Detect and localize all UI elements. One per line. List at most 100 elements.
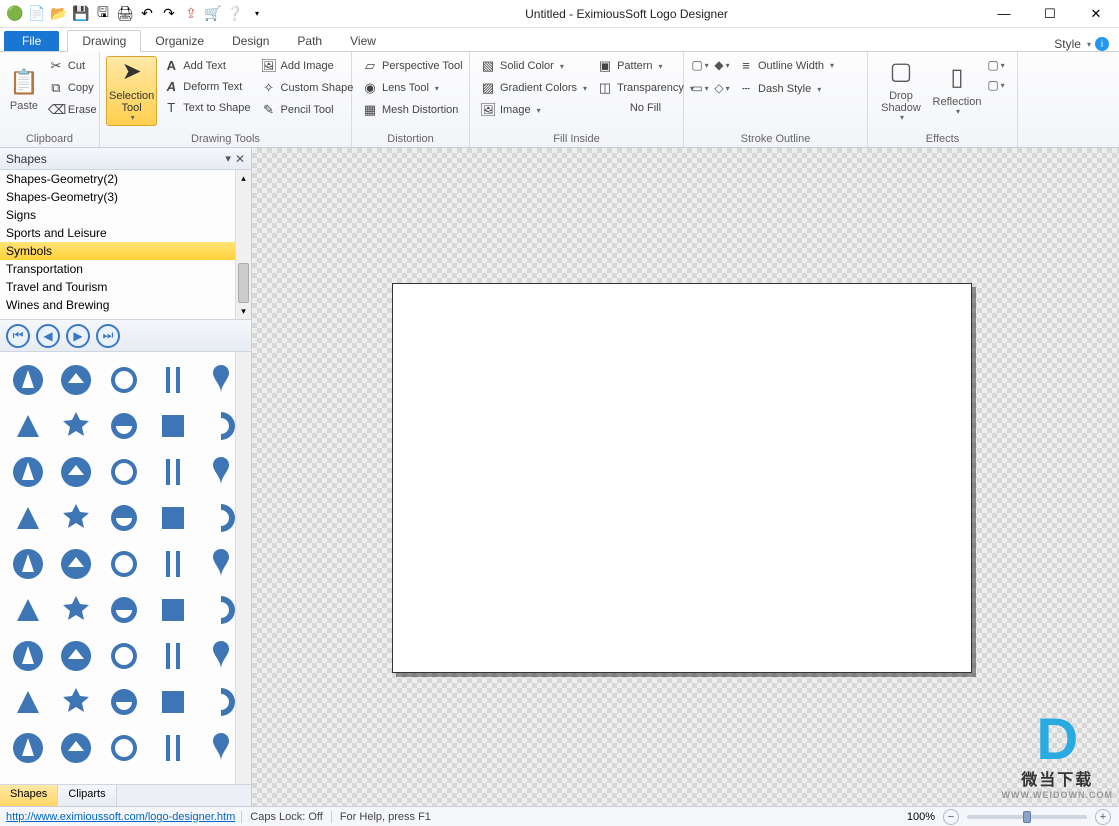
symbol-shape[interactable] <box>104 728 144 768</box>
erase-button[interactable]: ⌫Erase <box>44 100 101 120</box>
nav-prev-icon[interactable]: ◀ <box>36 324 60 348</box>
perspective-button[interactable]: ▱Perspective Tool <box>358 56 467 76</box>
style-dropdown[interactable]: Style <box>1054 37 1081 51</box>
nav-first-icon[interactable]: ⏮ <box>6 324 30 348</box>
zoom-in-button[interactable]: + <box>1095 809 1111 825</box>
solid-color-button[interactable]: ▧Solid Color▾ <box>476 56 591 76</box>
paste-button[interactable]: 📋 Paste <box>6 56 42 126</box>
effect-extra-1-icon[interactable]: ▢▾ <box>986 56 1006 74</box>
symbol-shape[interactable] <box>104 544 144 584</box>
pin-icon[interactable]: ▾ <box>225 152 231 165</box>
scroll-up-icon[interactable]: ▴ <box>236 170 251 186</box>
dash-style-button[interactable]: ┄Dash Style▾ <box>734 79 825 99</box>
tab-organize[interactable]: Organize <box>141 31 218 51</box>
gradient-button[interactable]: ▨Gradient Colors▾ <box>476 78 591 98</box>
help-icon[interactable]: ❔ <box>226 5 244 23</box>
stroke-color-icon[interactable]: ▢▾ <box>690 56 710 74</box>
symbol-shape[interactable] <box>153 728 193 768</box>
category-item-selected[interactable]: Symbols <box>0 242 251 260</box>
add-image-button[interactable]: 🖼Add Image <box>257 56 358 76</box>
category-item[interactable]: Sports and Leisure <box>0 224 251 242</box>
symbol-shape[interactable] <box>8 544 48 584</box>
symbol-shape[interactable] <box>56 544 96 584</box>
symbol-shape[interactable] <box>8 406 48 446</box>
redo-icon[interactable]: ↷ <box>160 5 178 23</box>
panel-tab-cliparts[interactable]: Cliparts <box>58 785 116 806</box>
symbol-shape[interactable] <box>8 728 48 768</box>
reflection-button[interactable]: ▯ Reflection▾ <box>930 56 984 126</box>
category-item[interactable]: Transportation <box>0 260 251 278</box>
category-item[interactable]: Travel and Tourism <box>0 278 251 296</box>
symbol-shape[interactable] <box>104 682 144 722</box>
tab-view[interactable]: View <box>336 31 390 51</box>
drop-shadow-button[interactable]: ▢ Drop Shadow▾ <box>874 56 928 126</box>
symbol-shape[interactable] <box>56 682 96 722</box>
symbol-shape[interactable] <box>56 406 96 446</box>
cut-button[interactable]: ✂Cut <box>44 56 101 76</box>
symbol-shape[interactable] <box>153 544 193 584</box>
effect-extra-2-icon[interactable]: ▢▾ <box>986 76 1006 94</box>
symbol-shape[interactable] <box>104 452 144 492</box>
symbol-shape[interactable] <box>8 360 48 400</box>
nav-last-icon[interactable]: ⏭ <box>96 324 120 348</box>
copy-button[interactable]: ⧉Copy <box>44 78 101 98</box>
symbol-shape[interactable] <box>8 590 48 630</box>
pencil-tool-button[interactable]: ✎Pencil Tool <box>257 100 358 120</box>
add-text-button[interactable]: AAdd Text <box>159 56 254 75</box>
stroke-join-icon[interactable]: ◇▾ <box>712 79 732 97</box>
lens-button[interactable]: ◉Lens Tool▾ <box>358 78 467 98</box>
file-tab[interactable]: File <box>4 31 59 51</box>
status-url-link[interactable]: http://www.eximioussoft.com/logo-designe… <box>0 811 241 823</box>
open-icon[interactable]: 📂 <box>50 5 68 23</box>
minimize-button[interactable]: — <box>981 0 1027 28</box>
symbol-shape[interactable] <box>104 636 144 676</box>
symbol-shape[interactable] <box>104 590 144 630</box>
qat-more-icon[interactable]: ▾ <box>248 5 266 23</box>
deform-text-button[interactable]: ADeform Text <box>159 77 254 96</box>
canvas-area[interactable]: D 微当下载 WWW.WEIDOWN.COM <box>252 148 1119 806</box>
category-scrollbar[interactable]: ▴ ▾ <box>235 170 251 319</box>
custom-shape-button[interactable]: ✧Custom Shape <box>257 78 358 98</box>
symbol-shape[interactable] <box>56 498 96 538</box>
symbol-shape[interactable] <box>56 360 96 400</box>
maximize-button[interactable]: ☐ <box>1027 0 1073 28</box>
panel-tab-shapes[interactable]: Shapes <box>0 785 58 806</box>
no-fill-button[interactable]: No Fill <box>593 100 698 116</box>
save-icon[interactable]: 💾 <box>72 5 90 23</box>
nav-next-icon[interactable]: ▶ <box>66 324 90 348</box>
symbol-shape[interactable] <box>153 360 193 400</box>
symbol-shape[interactable] <box>8 498 48 538</box>
symbol-shape[interactable] <box>153 498 193 538</box>
symbol-shape[interactable] <box>8 682 48 722</box>
zoom-knob[interactable] <box>1023 811 1031 823</box>
info-icon[interactable]: i <box>1095 37 1109 51</box>
close-button[interactable]: ✕ <box>1073 0 1119 28</box>
tab-design[interactable]: Design <box>218 31 283 51</box>
zoom-out-button[interactable]: − <box>943 809 959 825</box>
stroke-swap-icon[interactable]: ▭▾ <box>690 79 710 97</box>
symbol-shape[interactable] <box>104 498 144 538</box>
selection-tool-button[interactable]: ➤ Selection Tool▾ <box>106 56 157 126</box>
print-icon[interactable]: 🖨 <box>116 5 134 23</box>
tab-drawing[interactable]: Drawing <box>67 30 141 52</box>
symbol-shape[interactable] <box>8 452 48 492</box>
category-item[interactable]: Signs <box>0 206 251 224</box>
canvas-page[interactable] <box>392 283 972 673</box>
symbol-shape[interactable] <box>56 452 96 492</box>
symbol-shape[interactable] <box>56 590 96 630</box>
symbol-shape[interactable] <box>153 406 193 446</box>
pattern-button[interactable]: ▣Pattern▾ <box>593 56 698 76</box>
symbol-shape[interactable] <box>153 452 193 492</box>
zoom-slider[interactable] <box>967 815 1087 819</box>
undo-icon[interactable]: ↶ <box>138 5 156 23</box>
export-icon[interactable]: ⇪ <box>182 5 200 23</box>
category-item[interactable]: Shapes-Geometry(3) <box>0 188 251 206</box>
new-icon[interactable]: 📄 <box>28 5 46 23</box>
shapes-scrollbar[interactable] <box>235 352 251 784</box>
scroll-thumb[interactable] <box>238 263 249 303</box>
category-list[interactable]: Shapes-Geometry(2) Shapes-Geometry(3) Si… <box>0 170 251 320</box>
symbol-shape[interactable] <box>8 636 48 676</box>
mesh-button[interactable]: ▦Mesh Distortion <box>358 100 467 120</box>
panel-close-icon[interactable]: ✕ <box>235 152 245 166</box>
symbol-shape[interactable] <box>56 728 96 768</box>
